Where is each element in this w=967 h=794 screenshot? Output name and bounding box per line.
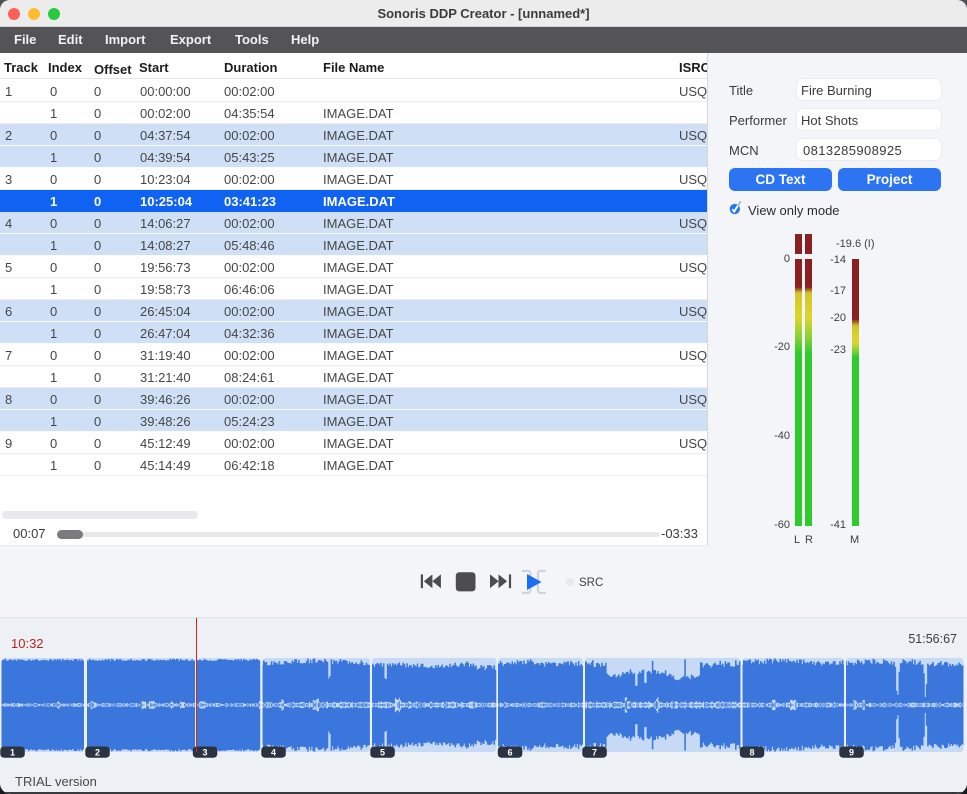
svg-text:5: 5: [380, 748, 385, 758]
svg-text:9: 9: [849, 748, 854, 758]
svg-text:3: 3: [202, 748, 207, 758]
svg-text:6: 6: [507, 748, 512, 758]
svg-text:8: 8: [749, 748, 754, 758]
svg-text:7: 7: [592, 748, 597, 758]
svg-text:4: 4: [271, 748, 276, 758]
svg-text:1: 1: [10, 748, 15, 758]
svg-text:2: 2: [95, 748, 100, 758]
